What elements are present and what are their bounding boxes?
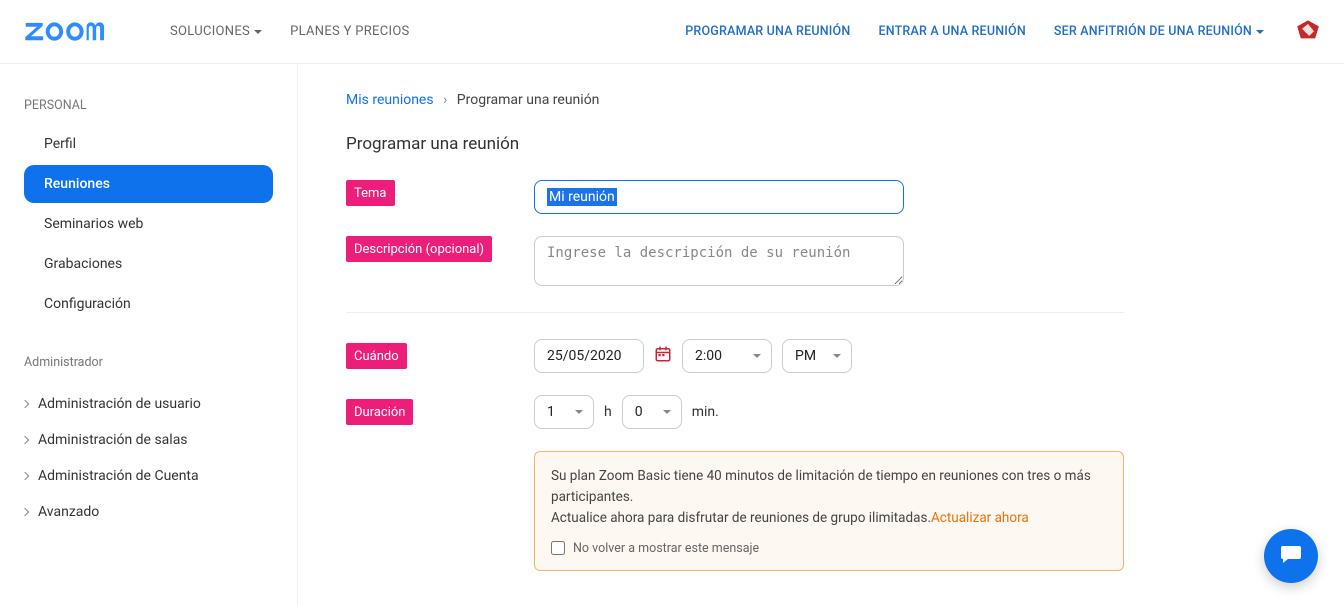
label-topic: Tema xyxy=(346,180,395,206)
caret-down-icon xyxy=(663,410,671,414)
duration-minutes-select[interactable]: 0 xyxy=(622,395,682,429)
chat-fab[interactable] xyxy=(1264,529,1318,583)
sidebar-item-label: Administración de salas xyxy=(38,432,188,448)
caret-down-icon xyxy=(833,354,841,358)
sidebar-admin-user-mgmt[interactable]: Administración de usuario xyxy=(14,386,283,422)
brand-badge-icon xyxy=(1278,19,1320,45)
caret-down-icon xyxy=(575,410,583,414)
sidebar-item-label: Grabaciones xyxy=(44,256,122,272)
sidebar-item-label: Avanzado xyxy=(38,504,99,520)
sidebar-item-recordings[interactable]: Grabaciones xyxy=(24,245,273,283)
nav-schedule-meeting[interactable]: PROGRAMAR UNA REUNIÓN xyxy=(671,16,864,47)
header: SOLUCIONES PLANES Y PRECIOS PROGRAMAR UN… xyxy=(0,0,1344,64)
sidebar-item-label: Seminarios web xyxy=(44,216,143,232)
topic-input[interactable]: Mi reunión xyxy=(534,180,904,214)
duration-hours-select[interactable]: 1 xyxy=(534,395,594,429)
hours-unit: h xyxy=(604,404,612,420)
description-input[interactable] xyxy=(534,236,904,286)
sidebar-item-profile[interactable]: Perfil xyxy=(24,125,273,163)
label-duration: Duración xyxy=(346,399,413,425)
breadcrumb-current: Programar una reunión xyxy=(457,92,600,108)
breadcrumb: Mis reuniones › Programar una reunión xyxy=(346,92,1344,108)
sidebar-item-label: Reuniones xyxy=(44,176,110,192)
nav-label: SER ANFITRIÓN DE UNA REUNIÓN xyxy=(1054,24,1252,39)
sidebar-heading-admin: Administrador xyxy=(0,347,297,382)
chat-icon xyxy=(1279,542,1303,570)
calendar-icon[interactable] xyxy=(654,345,672,367)
nav-plans-pricing[interactable]: PLANES Y PRECIOS xyxy=(276,16,424,47)
breadcrumb-root[interactable]: Mis reuniones xyxy=(346,92,434,108)
chevron-right-icon xyxy=(21,472,29,480)
sidebar: PERSONAL Perfil Reuniones Seminarios web… xyxy=(0,64,298,605)
nav-label: PLANES Y PRECIOS xyxy=(290,24,410,39)
nav-label: SOLUCIONES xyxy=(170,24,250,39)
sidebar-admin-account-mgmt[interactable]: Administración de Cuenta xyxy=(14,458,283,494)
sidebar-admin-advanced[interactable]: Avanzado xyxy=(14,494,283,530)
notice-line2: Actualice ahora para disfrutar de reunio… xyxy=(551,510,931,526)
caret-down-icon xyxy=(1256,30,1264,34)
main-content: Mis reuniones › Programar una reunión Pr… xyxy=(298,64,1344,605)
nav-label: ENTRAR A UNA REUNIÓN xyxy=(878,24,1025,39)
label-when: Cuándo xyxy=(346,343,407,369)
sidebar-admin-room-mgmt[interactable]: Administración de salas xyxy=(14,422,283,458)
notice-line1: Su plan Zoom Basic tiene 40 minutos de l… xyxy=(551,466,1107,508)
topic-input-value: Mi reunión xyxy=(547,188,617,206)
sidebar-item-settings[interactable]: Configuración xyxy=(24,285,273,323)
label-description: Descripción (opcional) xyxy=(346,236,492,262)
upgrade-now-link[interactable]: Actualizar ahora xyxy=(931,510,1029,526)
nav-label: PROGRAMAR UNA REUNIÓN xyxy=(685,24,850,39)
dont-show-label: No volver a mostrar este mensaje xyxy=(573,539,759,558)
nav-left: SOLUCIONES PLANES Y PRECIOS xyxy=(156,16,424,47)
chevron-right-icon xyxy=(21,400,29,408)
sidebar-item-meetings[interactable]: Reuniones xyxy=(24,165,273,203)
chevron-right-icon xyxy=(21,436,29,444)
chevron-right-icon: › xyxy=(437,92,453,108)
nav-join-meeting[interactable]: ENTRAR A UNA REUNIÓN xyxy=(864,16,1039,47)
nav-solutions[interactable]: SOLUCIONES xyxy=(156,16,276,47)
meridiem-value: PM xyxy=(795,348,816,364)
sidebar-item-webinars[interactable]: Seminarios web xyxy=(24,205,273,243)
duration-hours-value: 1 xyxy=(547,404,555,420)
sidebar-item-label: Configuración xyxy=(44,296,131,312)
divider xyxy=(346,312,1124,313)
nav-host-meeting[interactable]: SER ANFITRIÓN DE UNA REUNIÓN xyxy=(1040,16,1278,47)
sidebar-item-label: Administración de usuario xyxy=(38,396,201,412)
caret-down-icon xyxy=(753,354,761,358)
page-title: Programar una reunión xyxy=(346,134,1344,154)
plan-limit-notice: Su plan Zoom Basic tiene 40 minutos de l… xyxy=(534,451,1124,571)
duration-minutes-value: 0 xyxy=(635,404,643,420)
nav-right: PROGRAMAR UNA REUNIÓN ENTRAR A UNA REUNI… xyxy=(671,16,1320,47)
time-select[interactable]: 2:00 xyxy=(682,339,772,373)
time-value: 2:00 xyxy=(695,348,722,364)
dont-show-row[interactable]: No volver a mostrar este mensaje xyxy=(551,539,1107,558)
caret-down-icon xyxy=(254,30,262,34)
chevron-right-icon xyxy=(21,508,29,516)
sidebar-item-label: Perfil xyxy=(44,136,76,152)
sidebar-item-label: Administración de Cuenta xyxy=(38,468,199,484)
date-value: 25/05/2020 xyxy=(547,348,622,364)
date-select[interactable]: 25/05/2020 xyxy=(534,339,644,373)
sidebar-heading-personal: PERSONAL xyxy=(0,90,297,125)
minutes-unit: min. xyxy=(692,404,719,420)
dont-show-checkbox[interactable] xyxy=(551,541,565,555)
zoom-logo[interactable] xyxy=(24,18,124,46)
meridiem-select[interactable]: PM xyxy=(782,339,852,373)
